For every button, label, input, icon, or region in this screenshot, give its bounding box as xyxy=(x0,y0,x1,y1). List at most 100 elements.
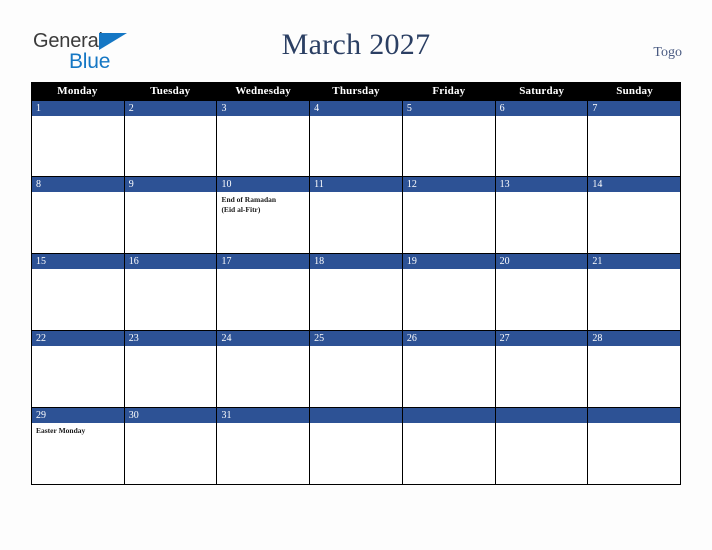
day-cell-24[interactable]: 24 xyxy=(217,331,311,408)
day-cell-7[interactable]: 7 xyxy=(588,101,682,177)
day-number: 6 xyxy=(499,103,505,114)
day-number-band: 28 xyxy=(588,331,681,346)
day-number: 1 xyxy=(36,103,41,114)
day-cell-empty[interactable] xyxy=(495,408,589,485)
day-events: Easter Monday xyxy=(32,423,124,436)
calendar-grid: Monday Tuesday Wednesday Thursday Friday Satu… xyxy=(31,82,682,485)
day-number: 20 xyxy=(499,256,510,267)
day-number-band: 14 xyxy=(588,177,681,192)
day-cell-19[interactable]: 19 xyxy=(402,254,496,331)
day-cell-3[interactable]: 3 xyxy=(217,101,311,177)
event-label: End of Ramadan xyxy=(221,195,277,204)
weekday-header-row: Monday Tuesday Wednesday Thursday Friday Satu… xyxy=(31,82,681,100)
day-number-band: 8 xyxy=(32,177,124,192)
day-number-band: 25 xyxy=(310,331,402,346)
day-number-band: 10 xyxy=(217,177,310,192)
day-number: 15 xyxy=(36,256,46,267)
day-number-band: 30 xyxy=(124,408,217,423)
day-cell-12[interactable]: 12 xyxy=(402,177,496,254)
day-cell-20[interactable]: 20 xyxy=(495,254,589,331)
day-cell-14[interactable]: 14 xyxy=(588,177,682,254)
day-number: 26 xyxy=(406,333,417,344)
day-number-band: 17 xyxy=(217,254,310,269)
day-number: 10 xyxy=(221,179,232,190)
day-cell-empty[interactable] xyxy=(310,408,403,485)
day-cell-5[interactable]: 5 xyxy=(402,101,496,177)
day-cell-16[interactable]: 16 xyxy=(124,254,218,331)
day-cell-9[interactable]: 9 xyxy=(124,177,218,254)
day-cell-13[interactable]: 13 xyxy=(495,177,589,254)
day-number-band: 9 xyxy=(124,177,217,192)
day-number: 30 xyxy=(128,410,139,421)
day-number: 16 xyxy=(128,256,139,267)
day-number: 25 xyxy=(314,333,325,344)
day-cell-empty[interactable] xyxy=(588,408,682,485)
day-cell-30[interactable]: 30 xyxy=(124,408,218,485)
day-number-band: 18 xyxy=(310,254,402,269)
day-cell-15[interactable]: 15 xyxy=(32,254,125,331)
day-number: 13 xyxy=(499,179,510,190)
day-number-band: 21 xyxy=(588,254,681,269)
day-cell-11[interactable]: 11 xyxy=(310,177,403,254)
day-number-band: 29 xyxy=(32,408,124,423)
day-number-band: 13 xyxy=(495,177,588,192)
day-number-band: 15 xyxy=(32,254,124,269)
day-cell-22[interactable]: 22 xyxy=(32,331,125,408)
event-label: (Eid al-Fitr) xyxy=(221,204,261,214)
day-cell-8[interactable]: 8 xyxy=(32,177,125,254)
day-number-band: 22 xyxy=(32,331,124,346)
day-cell-23[interactable]: 23 xyxy=(124,331,218,408)
day-number-band xyxy=(310,408,402,423)
day-number: 3 xyxy=(221,103,227,114)
day-cell-31[interactable]: 31 xyxy=(217,408,311,485)
day-cell-4[interactable]: 4 xyxy=(310,101,403,177)
day-number: 21 xyxy=(592,256,603,267)
day-number: 23 xyxy=(128,333,139,344)
day-cell-2[interactable]: 2 xyxy=(124,101,218,177)
page-header: General Blue March 2027 Togo xyxy=(0,0,712,82)
day-number-band: 26 xyxy=(402,331,495,346)
day-number: 7 xyxy=(592,103,598,114)
calendar-weeks: 1 2 3 4 5 6 7 8 9 10 End of Ramadan (Eid al-Fitr) 11… xyxy=(31,100,682,485)
day-number: 5 xyxy=(406,103,412,114)
day-cell-27[interactable]: 27 xyxy=(495,331,589,408)
day-cell-10[interactable]: 10 End of Ramadan (Eid al-Fitr) xyxy=(217,177,311,254)
day-number: 24 xyxy=(221,333,232,344)
weekday-header-friday: Friday xyxy=(432,85,466,97)
day-cell-28[interactable]: 28 xyxy=(588,331,682,408)
day-number-band: 1 xyxy=(32,101,124,116)
weekday-header-sunday: Sunday xyxy=(616,85,653,97)
day-number: 4 xyxy=(314,103,320,114)
day-number-band: 16 xyxy=(124,254,217,269)
day-cell-29[interactable]: 29 Easter Monday xyxy=(32,408,125,485)
day-number-band: 27 xyxy=(495,331,588,346)
day-cell-1[interactable]: 1 xyxy=(32,101,125,177)
day-number: 31 xyxy=(221,410,232,421)
calendar-week-row: 8 9 10 End of Ramadan (Eid al-Fitr) 11 12 13 14 xyxy=(31,177,682,254)
weekday-header-tuesday: Tuesday xyxy=(150,85,191,97)
day-number-band: 6 xyxy=(495,101,588,116)
day-number: 22 xyxy=(36,333,46,344)
day-cell-18[interactable]: 18 xyxy=(310,254,403,331)
day-number: 12 xyxy=(406,179,417,190)
weekday-header-wednesday: Wednesday xyxy=(235,85,291,97)
day-cell-25[interactable]: 25 xyxy=(310,331,403,408)
day-number-band: 5 xyxy=(402,101,495,116)
day-number-band xyxy=(588,408,681,423)
day-number-band: 19 xyxy=(402,254,495,269)
day-number-band: 20 xyxy=(495,254,588,269)
day-cell-17[interactable]: 17 xyxy=(217,254,311,331)
day-number-band: 12 xyxy=(402,177,495,192)
day-cell-6[interactable]: 6 xyxy=(495,101,589,177)
day-number-band: 11 xyxy=(310,177,402,192)
day-number: 19 xyxy=(406,256,417,267)
day-cell-21[interactable]: 21 xyxy=(588,254,682,331)
day-cell-empty[interactable] xyxy=(402,408,496,485)
day-cell-26[interactable]: 26 xyxy=(402,331,496,408)
day-number-band: 4 xyxy=(310,101,402,116)
day-number-band: 23 xyxy=(124,331,217,346)
weekday-header-thursday: Thursday xyxy=(332,85,380,97)
weekday-header-monday: Monday xyxy=(57,85,98,97)
calendar-week-row: 15 16 17 18 19 20 21 xyxy=(31,254,682,331)
weekday-header-saturday: Saturday xyxy=(519,85,565,97)
